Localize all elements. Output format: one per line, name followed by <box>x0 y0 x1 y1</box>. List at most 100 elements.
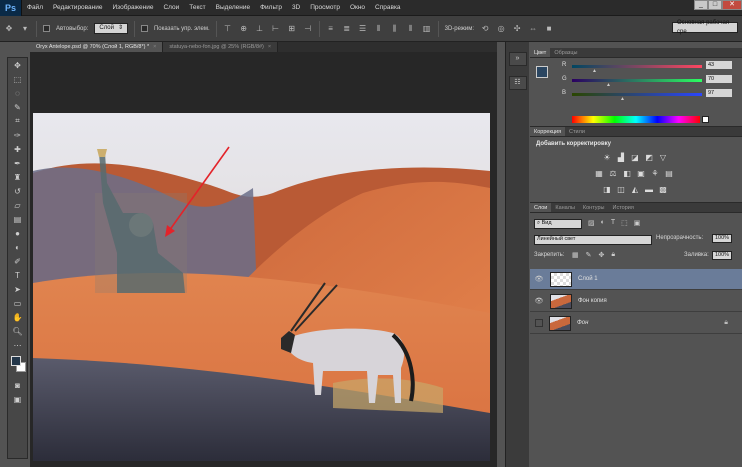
blur-tool-icon[interactable]: ● <box>8 226 27 240</box>
color-spectrum[interactable] <box>572 116 700 123</box>
menu-select[interactable]: Выделение <box>211 0 255 16</box>
green-slider[interactable] <box>572 79 702 82</box>
vibrance-icon[interactable]: ▽ <box>658 153 668 162</box>
blend-mode-select[interactable]: Линейный свет <box>534 235 652 245</box>
crop-tool-icon[interactable]: ⌗ <box>8 114 27 128</box>
pen-tool-icon[interactable]: ✐ <box>8 254 27 268</box>
selective-color-icon[interactable]: ▩ <box>658 185 668 194</box>
hand-tool-icon[interactable]: ✋ <box>8 310 27 324</box>
black-white-icon[interactable]: ◧ <box>622 169 632 178</box>
layer-row-fon[interactable]: Фон 🔒︎ <box>530 313 742 334</box>
minimize-button[interactable]: _ <box>694 0 708 10</box>
white-swatch[interactable] <box>702 116 709 123</box>
smart-object-filter-icon[interactable]: ▣ <box>634 219 641 227</box>
eraser-tool-icon[interactable]: ▱ <box>8 198 27 212</box>
layer-row-sloy-1[interactable]: 👁︎ Слой 1 <box>530 269 742 290</box>
hue-saturation-icon[interactable]: ▦ <box>594 169 604 178</box>
distribute-right-icon[interactable]: ⫴ <box>406 24 416 34</box>
menu-edit[interactable]: Редактирование <box>48 0 108 16</box>
menu-filter[interactable]: Фильтр <box>255 0 287 16</box>
move-tool-icon[interactable]: ✥ <box>8 58 27 72</box>
maximize-button[interactable]: □ <box>708 0 722 10</box>
blue-slider[interactable] <box>572 93 702 96</box>
move-tool-icon[interactable]: ✥ <box>4 24 14 34</box>
align-top-icon[interactable]: ⊤ <box>223 24 233 34</box>
foreground-color-swatch[interactable] <box>11 356 21 366</box>
tab-swatches[interactable]: Образцы <box>550 48 581 57</box>
eye-icon[interactable]: 👁︎ <box>534 275 544 283</box>
distribute-hcenter-icon[interactable]: ⫼ <box>390 24 400 34</box>
tab-channels[interactable]: Каналы <box>551 203 579 212</box>
fill-input[interactable]: 100% <box>712 251 732 260</box>
lock-all-icon[interactable]: 🔒︎ <box>611 251 615 259</box>
align-right-icon[interactable]: ⊣ <box>303 24 313 34</box>
red-value-input[interactable]: 43 <box>706 61 732 69</box>
quick-select-tool-icon[interactable]: ✎ <box>8 100 27 114</box>
autoselect-dropdown[interactable]: Слой ⇕ <box>94 23 128 34</box>
drag-3d-icon[interactable]: ✣ <box>512 24 522 34</box>
menu-type[interactable]: Текст <box>184 0 210 16</box>
menu-file[interactable]: Файл <box>22 0 48 16</box>
dodge-tool-icon[interactable]: ◐ <box>8 240 27 254</box>
eye-icon[interactable]: 👁︎ <box>534 297 544 305</box>
menu-3d[interactable]: 3D <box>287 0 305 16</box>
distribute-bottom-icon[interactable]: ☰ <box>358 24 368 34</box>
menu-window[interactable]: Окно <box>345 0 370 16</box>
menu-help[interactable]: Справка <box>370 0 406 16</box>
tab-adjustments[interactable]: Коррекция <box>530 127 566 136</box>
workspace-dropdown[interactable]: Основная рабочая сре <box>672 20 738 35</box>
menu-image[interactable]: Изображение <box>108 0 159 16</box>
align-bottom-icon[interactable]: ⊥ <box>255 24 265 34</box>
brush-tool-icon[interactable]: ✒ <box>8 156 27 170</box>
visibility-toggle[interactable] <box>535 319 543 327</box>
brightness-icon[interactable]: ☀ <box>602 153 612 162</box>
photo-filter-icon[interactable]: ▣ <box>636 169 646 178</box>
exposure-icon[interactable]: ◩ <box>644 153 654 162</box>
rotate-3d-icon[interactable]: ⟲ <box>480 24 490 34</box>
clone-stamp-tool-icon[interactable]: ♜ <box>8 170 27 184</box>
layer-filter-kind-select[interactable]: ⌕ Вид <box>534 219 582 229</box>
properties-panel-icon[interactable]: ☷ <box>508 76 527 90</box>
scale-3d-icon[interactable]: ■ <box>544 24 554 34</box>
foreground-color-swatch[interactable] <box>536 66 548 78</box>
color-lookup-icon[interactable]: ▤ <box>664 169 674 178</box>
marquee-tool-icon[interactable]: ⬚ <box>8 72 27 86</box>
menu-view[interactable]: Просмотр <box>305 0 345 16</box>
adjustment-filter-icon[interactable]: ◐ <box>601 219 605 227</box>
lasso-tool-icon[interactable]: ◌ <box>8 86 27 100</box>
align-vcenter-icon[interactable]: ⊕ <box>239 24 249 34</box>
type-tool-icon[interactable]: T <box>8 268 27 282</box>
collapse-dock-icon[interactable]: » <box>508 52 527 66</box>
screen-mode-icon[interactable]: ▣ <box>8 392 27 406</box>
levels-icon[interactable]: ▟ <box>616 153 626 162</box>
history-brush-tool-icon[interactable]: ↺ <box>8 184 27 198</box>
color-balance-icon[interactable]: ⚖ <box>608 169 618 178</box>
more-tools-icon[interactable]: ⋯ <box>8 338 27 352</box>
curves-icon[interactable]: ◪ <box>630 153 640 162</box>
lock-image-icon[interactable]: ✎ <box>586 251 592 259</box>
autoselect-checkbox[interactable] <box>43 25 50 32</box>
shape-filter-icon[interactable]: ⬚ <box>621 219 628 227</box>
distribute-top-icon[interactable]: ≡ <box>326 24 336 34</box>
tab-styles[interactable]: Стили <box>565 127 589 136</box>
opacity-input[interactable]: 100% <box>712 234 732 243</box>
blue-value-input[interactable]: 97 <box>706 89 732 97</box>
path-selection-tool-icon[interactable]: ➤ <box>8 282 27 296</box>
posterize-icon[interactable]: ◫ <box>616 185 626 194</box>
align-left-icon[interactable]: ⊢ <box>271 24 281 34</box>
tab-layers[interactable]: Слои <box>530 203 552 212</box>
tab-color[interactable]: Цвет <box>530 48 551 57</box>
show-controls-checkbox[interactable] <box>140 25 148 32</box>
tab-paths[interactable]: Контуры <box>579 203 609 212</box>
close-button[interactable]: ✕ <box>722 0 742 10</box>
gradient-tool-icon[interactable]: ▤ <box>8 212 27 226</box>
lock-position-icon[interactable]: ✥ <box>599 251 605 259</box>
tab-oryx-antelope[interactable]: Oryx Antelope.psd @ 70% (Слой 1, RGB/8*)… <box>30 42 164 52</box>
green-value-input[interactable]: 70 <box>706 75 732 83</box>
quick-mask-icon[interactable]: ◙ <box>8 378 27 392</box>
auto-align-icon[interactable]: ▥ <box>422 24 432 34</box>
tool-preset-chevron-icon[interactable]: ▾ <box>20 24 30 34</box>
zoom-tool-icon[interactable]: 🔍︎ <box>8 324 27 338</box>
invert-icon[interactable]: ◨ <box>602 185 612 194</box>
align-hcenter-icon[interactable]: ⊞ <box>287 24 297 34</box>
